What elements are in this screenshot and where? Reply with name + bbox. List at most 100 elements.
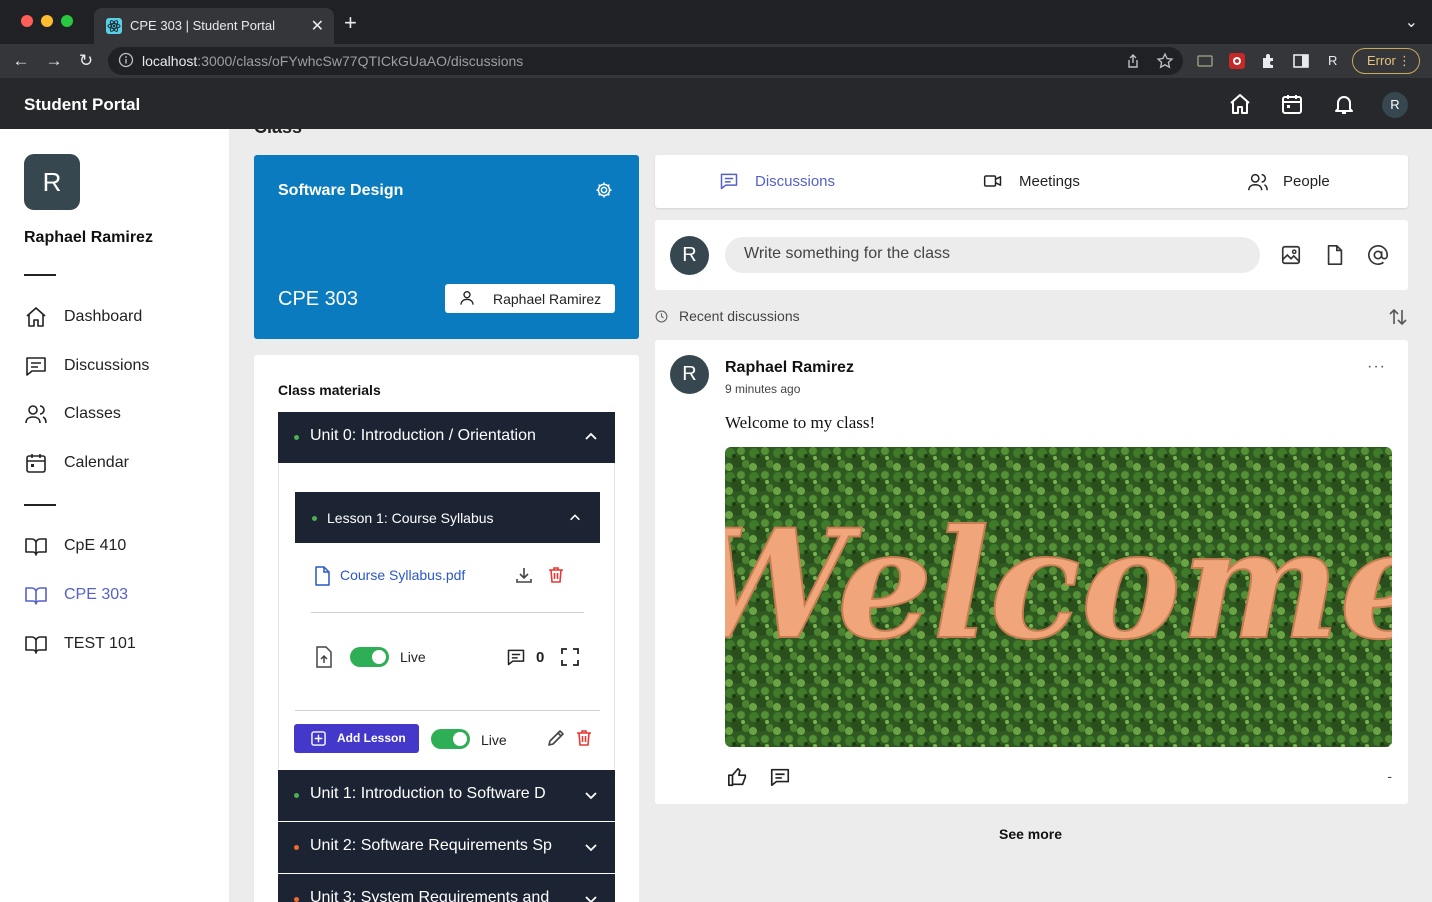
tab-label: People [1283, 173, 1330, 190]
comment-icon[interactable] [506, 647, 526, 667]
lesson-row[interactable]: Lesson 1: Course Syllabus [295, 492, 600, 543]
class-materials-panel: Class materials Unit 0: Introduction / O… [254, 355, 639, 902]
add-lesson-label: Add Lesson [337, 731, 406, 745]
sidebar-item-label: Dashboard [64, 308, 143, 325]
share-icon[interactable] [1124, 52, 1142, 70]
see-more-link[interactable]: See more [999, 826, 1062, 842]
side-panel-icon[interactable] [1292, 52, 1310, 70]
sort-icon[interactable] [1388, 308, 1408, 326]
video-icon [983, 175, 1002, 187]
reload-icon[interactable]: ↻ [75, 50, 97, 72]
sidebar-item-discussions[interactable]: Discussions [24, 354, 214, 380]
extension-icon[interactable] [1228, 52, 1246, 70]
post-input-placeholder: Write something for the class [744, 245, 951, 262]
unit-row[interactable]: Unit 1: Introduction to Software D [278, 770, 615, 821]
sidebar-class-label: CPE 303 [64, 586, 129, 603]
sidebar-avatar[interactable]: R [24, 154, 80, 210]
file-link[interactable]: Course Syllabus.pdf [340, 567, 465, 583]
post-composer: R Write something for the class [655, 220, 1408, 290]
user-avatar[interactable]: R [1382, 92, 1408, 118]
sidebar-divider [24, 504, 56, 506]
add-lesson-button[interactable]: Add Lesson [294, 724, 419, 753]
home-icon[interactable] [1228, 92, 1252, 116]
maximize-window-button[interactable] [61, 15, 73, 27]
welcome-sign-text: Welcome [725, 497, 1392, 673]
sidebar-item-classes[interactable]: Classes [24, 402, 214, 428]
book-icon [25, 636, 47, 654]
chevron-up-icon[interactable] [568, 511, 582, 525]
home-icon [26, 307, 46, 327]
chevron-up-icon[interactable] [583, 429, 599, 445]
close-tab-icon[interactable]: ✕ [311, 16, 324, 36]
file-icon [315, 566, 330, 586]
unit-row[interactable]: Unit 3: System Requirements and [278, 874, 615, 902]
sidebar-item-dashboard[interactable]: Dashboard [24, 305, 214, 331]
puzzle-extensions-icon[interactable] [1260, 52, 1278, 70]
sidebar-class-cpe-303[interactable]: CPE 303 [24, 583, 214, 609]
post-author[interactable]: Raphael Ramirez [725, 359, 854, 377]
comment-count: 0 [536, 649, 545, 666]
new-tab-button[interactable]: + [344, 12, 357, 34]
back-icon[interactable]: ← [10, 50, 32, 72]
delete-icon[interactable] [546, 565, 566, 585]
delete-icon[interactable] [574, 728, 594, 748]
divider [311, 612, 584, 613]
like-icon[interactable] [727, 766, 749, 788]
chevron-down-icon[interactable] [583, 787, 599, 803]
unit-live-toggle[interactable] [431, 729, 470, 749]
chevron-down-icon[interactable] [583, 891, 599, 902]
bookmark-star-icon[interactable] [1156, 52, 1174, 70]
sidebar-item-calendar[interactable]: Calendar [24, 451, 214, 477]
sidebar-class-cpe-410[interactable]: CpE 410 [24, 534, 214, 560]
unit-label: Unit 3: System Requirements and [310, 889, 550, 902]
tab-meetings[interactable]: Meetings [983, 170, 1093, 194]
error-button[interactable]: Error ⋮ [1352, 48, 1420, 74]
edit-icon[interactable] [546, 728, 566, 748]
comment-icon[interactable] [769, 766, 791, 788]
mention-icon[interactable] [1367, 244, 1389, 266]
sidebar-class-test-101[interactable]: TEST 101 [24, 632, 214, 658]
tab-people[interactable]: People [1247, 170, 1347, 194]
close-window-button[interactable] [21, 15, 33, 27]
gear-icon[interactable] [595, 181, 613, 199]
post-timestamp: 9 minutes ago [725, 382, 801, 396]
post-body: Welcome to my class! [725, 413, 876, 432]
download-icon[interactable] [514, 565, 534, 585]
materials-title: Class materials [278, 382, 381, 398]
forward-icon[interactable]: → [43, 50, 65, 72]
tab-search-chevron-icon[interactable]: ⌄ [1405, 12, 1418, 32]
profile-avatar[interactable]: R [1328, 53, 1337, 68]
file-icon[interactable] [1324, 244, 1346, 266]
upload-file-icon[interactable] [315, 646, 333, 668]
tab-title: CPE 303 | Student Portal [130, 18, 276, 33]
unit-row[interactable]: Unit 0: Introduction / Orientation [278, 412, 615, 463]
lesson-live-toggle[interactable] [350, 647, 389, 667]
browser-tab[interactable]: CPE 303 | Student Portal ✕ [94, 8, 334, 44]
url-field[interactable]: localhost:3000/class/oFYwhcSw77QTICkGUaA… [108, 47, 1183, 75]
more-horiz-icon[interactable]: ··· [1367, 358, 1386, 376]
sidebar-item-label: Calendar [64, 454, 129, 471]
screen-extension-icon[interactable] [1196, 52, 1214, 70]
fullscreen-icon[interactable] [560, 647, 580, 667]
welcome-image: Welcome [725, 447, 1392, 747]
image-icon[interactable] [1280, 244, 1302, 266]
more-vert-icon: ⋮ [1398, 53, 1411, 68]
calendar-icon[interactable] [1280, 92, 1304, 116]
sidebar: R Raphael Ramirez Dashboard Discussions … [0, 129, 229, 902]
main-content: Class Software Design CPE 303 Raphael Ra… [229, 129, 1432, 902]
post-input[interactable]: Write something for the class [725, 237, 1260, 273]
unit-row[interactable]: Unit 2: Software Requirements Sp [278, 822, 615, 873]
reaction-count: - [1387, 768, 1392, 784]
sidebar-class-label: TEST 101 [64, 635, 136, 652]
post-image[interactable]: Welcome [725, 447, 1392, 747]
bell-icon[interactable] [1332, 92, 1356, 116]
teacher-chip[interactable]: Raphael Ramirez [445, 284, 615, 313]
minimize-window-button[interactable] [41, 15, 53, 27]
brand-title[interactable]: Student Portal [24, 95, 140, 115]
chevron-down-icon[interactable] [583, 839, 599, 855]
site-info-icon[interactable] [118, 52, 134, 68]
page-title: Class [254, 129, 302, 138]
tab-discussions[interactable]: Discussions [719, 170, 839, 194]
add-box-icon [311, 731, 326, 746]
file-row: Course Syllabus.pdf [313, 564, 583, 588]
